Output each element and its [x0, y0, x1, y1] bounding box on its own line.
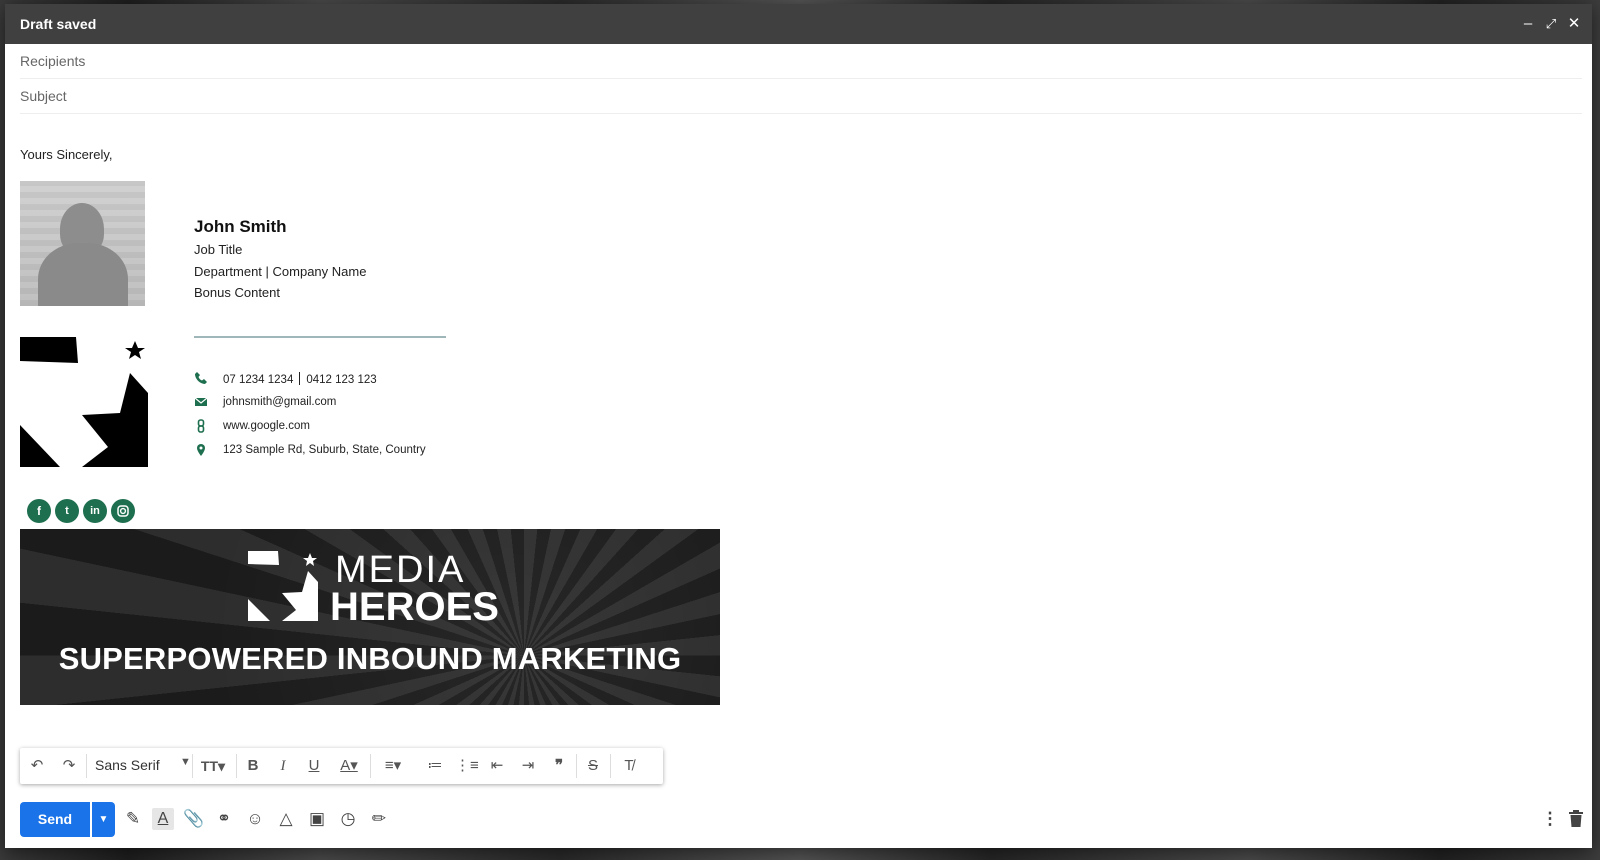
font-family-select[interactable]: Sans Serif	[95, 757, 160, 773]
signature-department: Department | Company Name	[194, 264, 367, 279]
quote-icon[interactable]: ❞	[548, 756, 570, 776]
linkedin-icon[interactable]: in	[83, 499, 107, 523]
align-icon[interactable]: ≡▾	[378, 756, 408, 776]
minimize-icon[interactable]: ‒	[1520, 16, 1536, 32]
banner-logo-mark	[248, 551, 318, 621]
banner-brand-heroes: HEROES	[330, 585, 499, 629]
indent-less-icon[interactable]: ⇤	[486, 756, 508, 776]
profile-photo	[20, 181, 145, 306]
photo-icon[interactable]: ▣	[306, 808, 328, 830]
instagram-icon[interactable]	[111, 499, 135, 523]
send-button[interactable]: Send	[20, 802, 90, 837]
italic-icon[interactable]: I	[272, 756, 294, 776]
signature-job-title: Job Title	[194, 242, 243, 257]
phone-mobile[interactable]: 0412 123 123	[306, 374, 376, 386]
phone-primary[interactable]: 07 1234 1234	[223, 374, 293, 386]
draft-status: Draft saved	[20, 16, 97, 32]
undo-icon[interactable]: ↶	[26, 756, 48, 776]
bold-icon[interactable]: B	[242, 756, 264, 776]
confidential-icon[interactable]: ◷	[337, 808, 359, 830]
compose-titlebar[interactable]: Draft saved ‒ ⤢ ✕	[5, 4, 1592, 44]
emoji-icon[interactable]: ☺	[244, 808, 266, 830]
drive-icon[interactable]: △	[275, 808, 297, 830]
email-icon	[194, 397, 208, 406]
signature-name: John Smith	[194, 217, 287, 236]
banner-headline: SUPERPOWERED INBOUND MARKETING	[58, 641, 682, 676]
font-dropdown-icon[interactable]: ▼	[180, 756, 191, 768]
numbered-list-icon[interactable]: ≔	[424, 756, 446, 776]
redo-icon[interactable]: ↷	[58, 756, 80, 776]
facebook-icon[interactable]: f	[27, 499, 51, 523]
bulleted-list-icon[interactable]: ⋮≡	[455, 756, 479, 776]
recipients-field[interactable]: Recipients	[20, 44, 1582, 79]
phone-icon	[195, 372, 207, 384]
subject-placeholder: Subject	[20, 88, 67, 104]
font-size-icon[interactable]: TT▾	[198, 756, 228, 776]
attach-icon[interactable]: 📎	[183, 808, 205, 830]
signature-divider	[194, 336, 446, 338]
link-icon	[197, 419, 205, 433]
recipients-placeholder: Recipients	[20, 53, 86, 69]
website-link[interactable]: www.google.com	[223, 420, 310, 432]
text-color-icon[interactable]: A▾	[334, 756, 364, 776]
signature-bonus: Bonus Content	[194, 285, 281, 300]
text-format-icon[interactable]: A	[152, 808, 174, 830]
formatting-options-icon[interactable]: ✎	[122, 808, 144, 830]
closing-text[interactable]: Yours Sincerely,	[20, 147, 113, 162]
close-icon[interactable]: ✕	[1566, 16, 1582, 32]
more-options-icon[interactable]: ⋮	[1539, 808, 1561, 830]
email-link[interactable]: johnsmith@gmail.com	[223, 396, 336, 408]
strikethrough-icon[interactable]: S	[582, 756, 604, 776]
link-icon[interactable]: ⚭	[213, 808, 235, 830]
send-options-icon[interactable]: ▼	[92, 802, 115, 837]
discard-icon[interactable]	[1565, 808, 1587, 830]
signature-icon[interactable]: ✏	[368, 808, 390, 830]
company-logo	[20, 337, 148, 467]
compose-action-bar: Send ▼ ✎ A 📎 ⚭ ☺ △ ▣ ◷ ✏ ⋮	[5, 793, 1592, 841]
formatting-toolbar: ↶ ↷ Sans Serif ▼ TT▾ B I U A▾ ≡▾ ≔ ⋮≡ ⇤ …	[20, 748, 663, 784]
subject-field[interactable]: Subject	[20, 79, 1582, 114]
remove-formatting-icon[interactable]: T̸	[618, 756, 640, 776]
compose-window: Draft saved ‒ ⤢ ✕ Recipients Subject You…	[5, 4, 1592, 848]
twitter-icon[interactable]: t	[55, 499, 79, 523]
marketing-banner[interactable]: MEDIA HEROES SUPERPOWERED INBOUND MARKET…	[20, 529, 720, 705]
underline-icon[interactable]: U	[303, 756, 325, 776]
location-pin-icon	[197, 444, 205, 456]
indent-more-icon[interactable]: ⇥	[517, 756, 539, 776]
address-text: 123 Sample Rd, Suburb, State, Country	[223, 444, 426, 456]
expand-icon[interactable]: ⤢	[1543, 16, 1559, 32]
